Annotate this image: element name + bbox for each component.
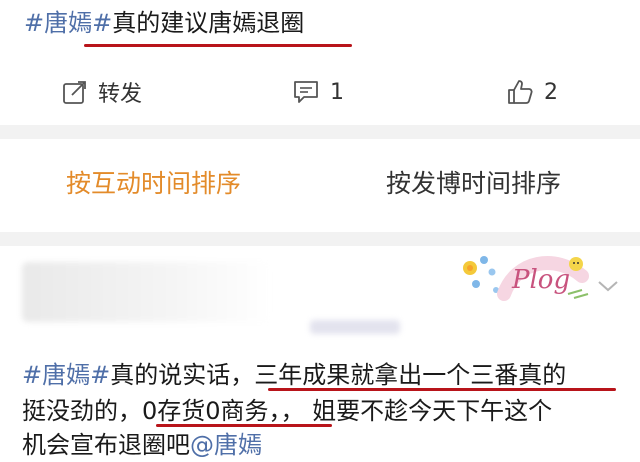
comment-text: 机会宣布退圈吧 [22, 431, 190, 459]
chevron-down-icon[interactable] [596, 278, 620, 294]
red-underline-annotation [268, 388, 616, 391]
comment-text: 姐要不趁今天下午这个 [304, 397, 553, 425]
section-divider [0, 232, 640, 246]
comment-icon [294, 81, 318, 103]
section-divider [0, 125, 640, 139]
topic-tag[interactable]: #唐嫣# [22, 361, 110, 389]
comment-count: 1 [330, 79, 344, 105]
red-underline-annotation [84, 44, 352, 47]
topic-tag[interactable]: #唐嫣# [24, 9, 112, 37]
thumbs-up-icon [508, 80, 533, 104]
repost-button[interactable]: 转发 [62, 76, 142, 108]
repost-icon [63, 81, 86, 104]
comment-text: 0存货0商务，， [142, 397, 305, 425]
post-title-row: #唐嫣#真的建议唐嫣退圈 [24, 6, 304, 40]
comment-line: 挺没劲的，0存货0商务，， 姐要不趁今天下午这个 [22, 394, 552, 428]
comment-line: #唐嫣#真的说实话，三年成果就拿出一个三番真的 [22, 358, 566, 392]
comment-text: 三年成果就拿出一个三番真的 [254, 361, 567, 389]
tab-sort-by-post-time[interactable]: 按发博时间排序 [386, 166, 561, 202]
like-count: 2 [544, 79, 558, 105]
post-title: 真的建议唐嫣退圈 [112, 9, 305, 37]
like-button[interactable]: 2 [506, 76, 558, 108]
blurred-source-text [310, 320, 400, 334]
comment-text: 挺没劲的， [22, 397, 142, 425]
tab-sort-by-interaction[interactable]: 按互动时间排序 [66, 166, 241, 202]
blurred-commenter-info [22, 262, 272, 322]
plog-sticker: Plog [463, 256, 589, 301]
comment-text: 真的说实话， [110, 361, 255, 389]
sticker-text: Plog [511, 265, 570, 295]
comment-line: 机会宣布退圈吧@唐嫣 [22, 428, 262, 462]
comment-button[interactable]: 1 [292, 76, 344, 108]
red-underline-annotation [156, 424, 332, 427]
mention-link[interactable]: @唐嫣 [190, 431, 262, 459]
repost-label: 转发 [98, 82, 143, 107]
